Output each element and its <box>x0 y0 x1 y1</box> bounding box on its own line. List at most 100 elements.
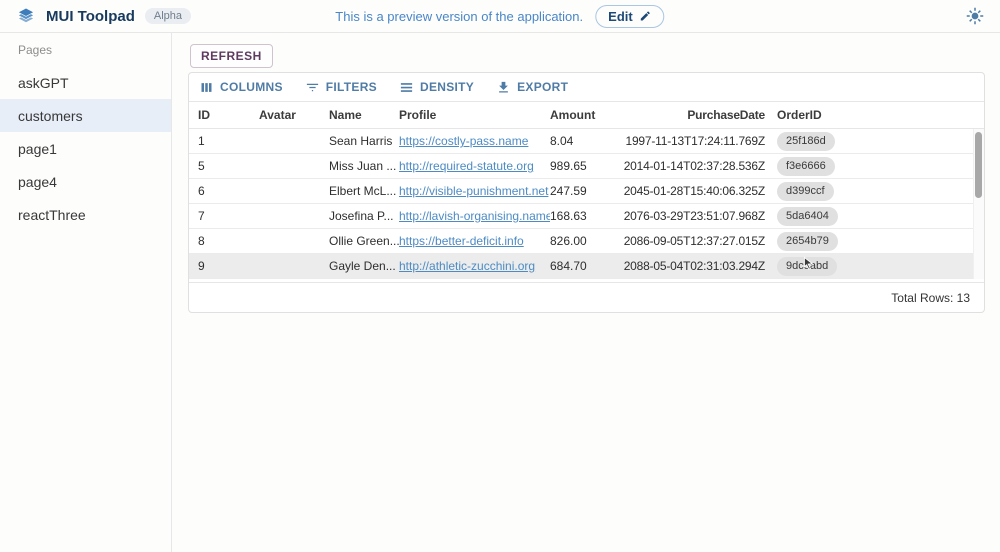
cell-amount: 684.70 <box>550 259 620 273</box>
total-rows-label: Total Rows: 13 <box>891 291 970 305</box>
cell-amount: 826.00 <box>550 234 620 248</box>
column-header-amount[interactable]: Amount <box>550 108 620 122</box>
sidebar-item[interactable]: customers <box>0 99 171 132</box>
density-button-label: DENSITY <box>420 80 474 94</box>
refresh-button[interactable]: REFRESH <box>190 44 273 68</box>
cell-orderid: f3e6666 <box>765 157 984 176</box>
grid-rows: 1 Sean Harris https://costly-pass.name 8… <box>189 129 984 279</box>
cell-name: Ollie Green... <box>329 234 399 248</box>
table-row[interactable]: 5 Miss Juan ... http://required-statute.… <box>189 154 984 179</box>
grid-footer: Total Rows: 13 <box>189 282 984 312</box>
density-icon <box>399 80 414 95</box>
filter-icon <box>305 80 320 95</box>
cell-purchasedate: 2088-05-04T02:31:03.294Z <box>620 259 765 273</box>
cell-id: 9 <box>189 259 259 273</box>
toolpad-logo-icon <box>16 6 36 26</box>
sidebar-item-label: page4 <box>18 174 57 190</box>
table-row[interactable]: 8 Ollie Green... https://better-deficit.… <box>189 229 984 254</box>
cell-purchasedate: 2014-01-14T02:37:28.536Z <box>620 159 765 173</box>
table-row[interactable]: 7 Josefina P... http://lavish-organising… <box>189 204 984 229</box>
column-header-avatar[interactable]: Avatar <box>259 108 329 122</box>
profile-link[interactable]: http://athletic-zucchini.org <box>399 259 535 273</box>
export-button-label: EXPORT <box>517 80 568 94</box>
table-row[interactable]: 9 Gayle Den... http://athletic-zucchini.… <box>189 254 984 279</box>
sidebar-item-label: customers <box>18 108 83 124</box>
sidebar-item-label: askGPT <box>18 75 69 91</box>
cell-profile: http://athletic-zucchini.org <box>399 259 550 273</box>
orderid-chip: 9dc5abd <box>777 257 837 276</box>
profile-link[interactable]: https://costly-pass.name <box>399 134 528 148</box>
cell-name: Miss Juan ... <box>329 159 399 173</box>
sidebar-item-label: page1 <box>18 141 57 157</box>
cell-orderid: 5da6404 <box>765 207 984 226</box>
profile-link[interactable]: http://lavish-organising.name <box>399 209 550 223</box>
cell-id: 6 <box>189 184 259 198</box>
cell-orderid: d399ccf <box>765 182 984 201</box>
density-button[interactable]: DENSITY <box>399 80 474 95</box>
column-header-id[interactable]: ID <box>189 108 259 122</box>
column-header-purchasedate[interactable]: PurchaseDate <box>620 108 765 122</box>
filters-button[interactable]: FILTERS <box>305 80 377 95</box>
scrollbar-thumb[interactable] <box>975 132 982 198</box>
cell-orderid: 2654b79 <box>765 232 984 251</box>
brand: MUI Toolpad Alpha <box>16 6 191 26</box>
cell-amount: 989.65 <box>550 159 620 173</box>
main-content: REFRESH COLUMNS FILTERS DENSITY EXPORT <box>172 33 1000 552</box>
profile-link[interactable]: http://visible-punishment.net <box>399 184 548 198</box>
columns-button-label: COLUMNS <box>220 80 283 94</box>
sidebar-item[interactable]: page4 <box>0 165 171 198</box>
cell-purchasedate: 1997-11-13T17:24:11.769Z <box>620 134 765 148</box>
cell-amount: 247.59 <box>550 184 620 198</box>
edit-button[interactable]: Edit <box>595 5 665 28</box>
version-badge: Alpha <box>145 8 191 24</box>
orderid-chip: 25f186d <box>777 132 835 151</box>
cell-profile: http://lavish-organising.name <box>399 209 550 223</box>
column-header-profile[interactable]: Profile <box>399 108 550 122</box>
app-title: MUI Toolpad <box>46 8 135 25</box>
pencil-icon <box>640 10 652 22</box>
cell-purchasedate: 2086-09-05T12:37:27.015Z <box>620 234 765 248</box>
profile-link[interactable]: http://required-statute.org <box>399 159 534 173</box>
sidebar-item-label: reactThree <box>18 207 86 223</box>
export-button[interactable]: EXPORT <box>496 80 568 95</box>
cell-amount: 168.63 <box>550 209 620 223</box>
data-grid: COLUMNS FILTERS DENSITY EXPORT ID Avatar <box>188 72 985 313</box>
column-header-name[interactable]: Name <box>329 108 399 122</box>
table-row[interactable]: 6 Elbert McL... http://visible-punishmen… <box>189 179 984 204</box>
orderid-chip: d399ccf <box>777 182 834 201</box>
profile-link[interactable]: https://better-deficit.info <box>399 234 524 248</box>
cell-amount: 8.04 <box>550 134 620 148</box>
table-row[interactable]: 1 Sean Harris https://costly-pass.name 8… <box>189 129 984 154</box>
cell-name: Sean Harris <box>329 134 399 148</box>
topbar-center: This is a preview version of the applica… <box>335 5 664 28</box>
columns-button[interactable]: COLUMNS <box>199 80 283 95</box>
cell-id: 5 <box>189 159 259 173</box>
sidebar-item[interactable]: page1 <box>0 132 171 165</box>
orderid-chip: 2654b79 <box>777 232 838 251</box>
cell-orderid: 25f186d <box>765 132 984 151</box>
columns-icon <box>199 80 214 95</box>
cell-profile: https://costly-pass.name <box>399 134 550 148</box>
preview-message: This is a preview version of the applica… <box>335 9 583 24</box>
sidebar-item[interactable]: reactThree <box>0 198 171 231</box>
column-header-orderid[interactable]: OrderID <box>765 108 984 122</box>
sidebar-items: askGPT customers page1 page4 reactThree <box>0 66 171 231</box>
theme-toggle-button[interactable] <box>966 7 984 25</box>
cell-purchasedate: 2045-01-28T15:40:06.325Z <box>620 184 765 198</box>
vertical-scrollbar <box>973 129 984 279</box>
grid-column-headers: ID Avatar Name Profile Amount PurchaseDa… <box>189 101 984 129</box>
cell-id: 1 <box>189 134 259 148</box>
cell-name: Josefina P... <box>329 209 399 223</box>
cell-orderid: 9dc5abd <box>765 257 984 276</box>
cell-name: Elbert McL... <box>329 184 399 198</box>
sidebar-item[interactable]: askGPT <box>0 66 171 99</box>
orderid-chip: f3e6666 <box>777 157 835 176</box>
cell-name: Gayle Den... <box>329 259 399 273</box>
cell-profile: https://better-deficit.info <box>399 234 550 248</box>
cell-id: 8 <box>189 234 259 248</box>
sidebar-section-label: Pages <box>0 33 171 66</box>
sun-icon <box>966 7 984 25</box>
edit-button-label: Edit <box>608 9 633 24</box>
app-window: MUI Toolpad Alpha This is a preview vers… <box>0 0 1000 552</box>
grid-toolbar: COLUMNS FILTERS DENSITY EXPORT <box>189 73 984 101</box>
